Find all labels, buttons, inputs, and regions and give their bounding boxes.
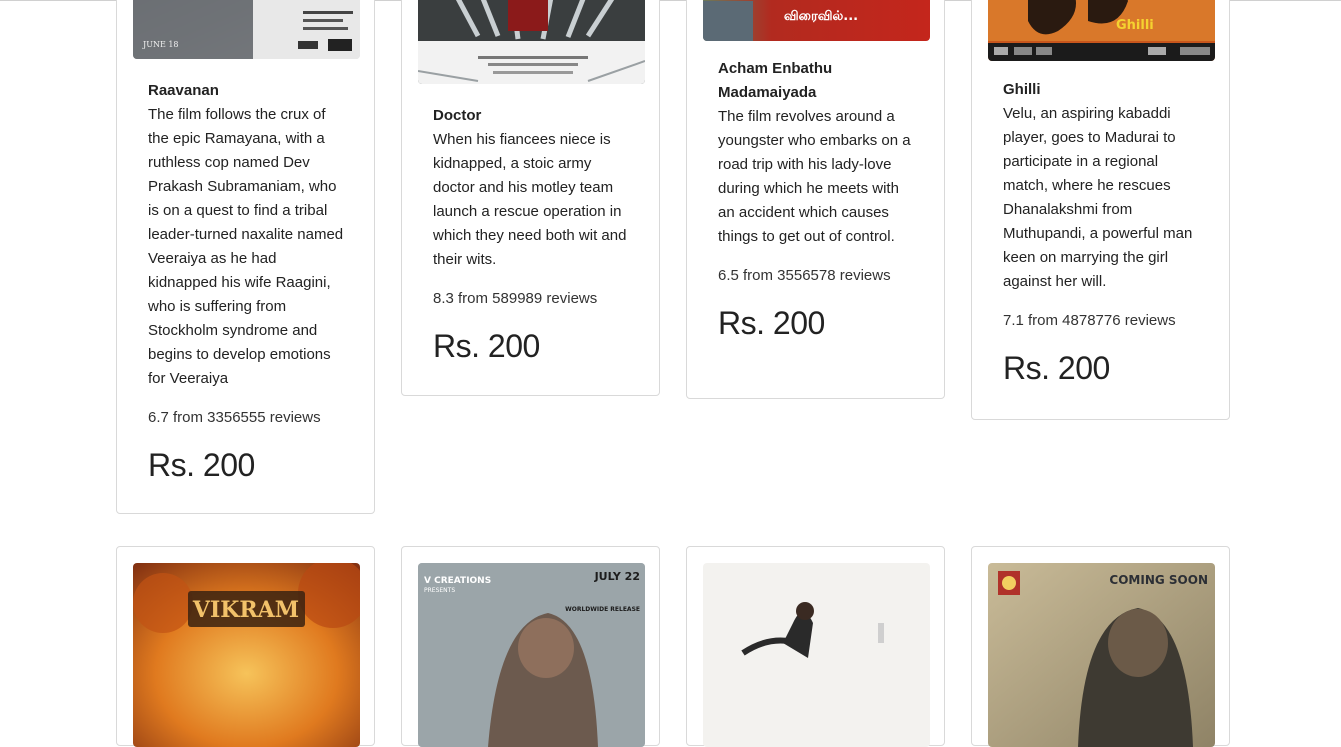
movie-title: Doctor bbox=[433, 107, 482, 124]
movie-price: Rs. 200 bbox=[1003, 350, 1110, 386]
movie-poster[interactable]: Ghilli bbox=[988, 0, 1215, 61]
movie-card-acham-enbathu-madamaiyada[interactable]: விரைவில்... Acham Enbathu Madamaiyada Th… bbox=[686, 0, 945, 399]
movie-card-doctor[interactable]: Doctor When his fiancees niece is kidnap… bbox=[401, 0, 660, 396]
movie-price: Rs. 200 bbox=[718, 305, 825, 341]
poster-release-text: WORLDWIDE RELEASE bbox=[565, 606, 640, 613]
movie-poster[interactable]: விரைவில்... bbox=[703, 0, 930, 41]
movie-poster[interactable]: V CREATIONS PRESENTS JULY 22 WORLDWIDE R… bbox=[418, 563, 645, 747]
movie-card-vikram[interactable]: VIKRAM bbox=[116, 546, 375, 747]
card-body: Raavanan The film follows the crux of th… bbox=[148, 79, 348, 485]
movie-card-raavanan[interactable]: JUNE 18 Raavanan The film follows the cr… bbox=[116, 0, 375, 514]
movie-price: Rs. 200 bbox=[433, 328, 540, 364]
movie-rating: 6.5 from 3556578 reviews bbox=[718, 267, 891, 284]
movie-poster[interactable]: COMING SOON bbox=[988, 563, 1215, 747]
movie-poster[interactable]: VIKRAM bbox=[133, 563, 360, 747]
movie-rating: 7.1 from 4878776 reviews bbox=[1003, 312, 1176, 329]
movie-title: Raavanan bbox=[148, 82, 219, 99]
movie-poster[interactable]: JUNE 18 bbox=[133, 0, 360, 59]
movie-card-ghilli[interactable]: Ghilli Ghilli Velu, an aspiring kabaddi … bbox=[971, 0, 1230, 420]
card-body: Ghilli Velu, an aspiring kabaddi player,… bbox=[1003, 78, 1203, 388]
movie-card-row2-3[interactable] bbox=[686, 546, 945, 747]
poster-date-text: JUNE 18 bbox=[142, 40, 179, 49]
movie-rating: 6.7 from 3356555 reviews bbox=[148, 409, 321, 426]
poster-logo-text: Ghilli bbox=[1116, 18, 1154, 33]
poster-studio-text: V CREATIONS bbox=[424, 576, 491, 586]
poster-coming-soon-text: COMING SOON bbox=[1109, 573, 1208, 587]
card-body: Doctor When his fiancees niece is kidnap… bbox=[433, 104, 633, 366]
movie-price: Rs. 200 bbox=[148, 447, 255, 483]
movie-description: The film revolves around a youngster who… bbox=[718, 108, 911, 245]
movie-title: Ghilli bbox=[1003, 81, 1041, 98]
movie-title: Acham Enbathu Madamaiyada bbox=[718, 60, 833, 101]
poster-date-text: JULY 22 bbox=[594, 570, 640, 583]
movie-description: When his fiancees niece is kidnapped, a … bbox=[433, 131, 627, 268]
movie-description: The film follows the crux of the epic Ra… bbox=[148, 106, 344, 387]
card-body: Acham Enbathu Madamaiyada The film revol… bbox=[718, 57, 918, 343]
movie-poster[interactable] bbox=[418, 0, 645, 84]
poster-logo-text: VIKRAM bbox=[192, 597, 299, 623]
poster-caption: விரைவில்... bbox=[784, 9, 858, 24]
movie-card-row2-4[interactable]: COMING SOON bbox=[971, 546, 1230, 747]
movie-description: Velu, an aspiring kabaddi player, goes t… bbox=[1003, 105, 1193, 290]
poster-presents-text: PRESENTS bbox=[424, 587, 455, 594]
movie-card-row2-2[interactable]: V CREATIONS PRESENTS JULY 22 WORLDWIDE R… bbox=[401, 546, 660, 747]
movie-rating: 8.3 from 589989 reviews bbox=[433, 290, 598, 307]
movie-poster[interactable] bbox=[703, 563, 930, 747]
